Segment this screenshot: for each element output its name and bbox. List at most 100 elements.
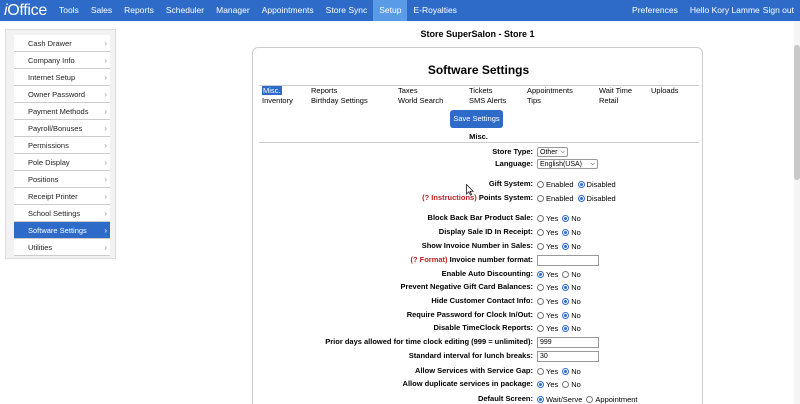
tab-world-search[interactable]: World Search (398, 96, 443, 105)
format-help-link[interactable]: (? Format) (410, 255, 447, 264)
tab-wait-time[interactable]: Wait Time (599, 86, 632, 95)
prevent-negative-yes-radio[interactable]: Yes (537, 283, 558, 292)
chevron-right-icon: › (104, 141, 107, 150)
nav-sales[interactable]: Sales (85, 0, 118, 21)
show-invoice-no-radio[interactable]: No (562, 242, 581, 251)
show-invoice-yes-radio[interactable]: Yes (537, 242, 558, 251)
row-lunch-interval: Standard interval for lunch breaks: 30 (253, 350, 704, 362)
chevron-right-icon: › (104, 243, 107, 252)
tab-tips[interactable]: Tips (527, 96, 541, 105)
chevron-down-icon: ⌵ (590, 160, 595, 167)
nav-setup[interactable]: Setup (373, 0, 408, 21)
tab-taxes[interactable]: Taxes (398, 86, 418, 95)
sidebar-item-payment-methods[interactable]: Payment Methods › (14, 103, 110, 120)
prevent-negative-no-radio[interactable]: No (562, 283, 581, 292)
gift-enabled-radio[interactable]: Enabled (537, 180, 574, 189)
lunch-interval-label: Standard interval for lunch breaks: (408, 351, 533, 360)
hide-contact-yes-radio[interactable]: Yes (537, 297, 558, 306)
sidebar-item-payroll-bonuses[interactable]: Payroll/Bonuses › (14, 120, 110, 137)
row-enable-auto-discounting: Enable Auto Discounting: Yes No (253, 268, 704, 280)
row-block-back-bar: Block Back Bar Product Sale: Yes No (253, 212, 704, 224)
sidebar-item-utilities[interactable]: Utilities › (14, 239, 110, 256)
app-logo[interactable]: iOffice (0, 0, 53, 21)
sidebar-item-school-settings[interactable]: School Settings › (14, 205, 110, 222)
tab-retail[interactable]: Retail (599, 96, 618, 105)
nav-e-royalties[interactable]: E-Royalties (407, 0, 462, 21)
sidebar-item-internet-setup[interactable]: Internet Setup › (14, 69, 110, 86)
duplicate-services-yes-radio[interactable]: Yes (537, 380, 558, 389)
block-back-bar-yes-radio[interactable]: Yes (537, 214, 558, 223)
auto-discount-no-radio[interactable]: No (562, 270, 581, 279)
page-scrollbar[interactable] (794, 21, 800, 404)
mouse-pointer-icon (466, 184, 474, 196)
tab-reports[interactable]: Reports (311, 86, 337, 95)
row-store-type: Store Type: Other ⌵ (253, 146, 704, 158)
sidebar-item-receipt-printer[interactable]: Receipt Printer › (14, 188, 110, 205)
tab-birthday-settings[interactable]: Birthday Settings (311, 96, 368, 105)
invoice-format-input[interactable] (537, 254, 599, 266)
prevent-negative-gift-label: Prevent Negative Gift Card Balances: (400, 282, 533, 291)
nav-scheduler[interactable]: Scheduler (160, 0, 210, 21)
sidebar-item-permissions[interactable]: Permissions › (14, 137, 110, 154)
nav-right-group: Preferences Hello Kory Lamme Sign out (626, 0, 800, 21)
show-invoice-number-label: Show Invoice Number in Sales: (421, 241, 533, 250)
hide-contact-no-radio[interactable]: No (562, 297, 581, 306)
store-title: Store SuperSalon - Store 1 (420, 29, 535, 39)
row-gift-system: Gift System: Enabled Disabled (253, 178, 704, 190)
require-password-no-radio[interactable]: No (562, 311, 581, 320)
sidebar-item-positions[interactable]: Positions › (14, 171, 110, 188)
service-gap-yes-radio[interactable]: Yes (537, 367, 558, 376)
points-disabled-radio[interactable]: Disabled (577, 194, 616, 203)
gift-system-label: Gift System: (488, 179, 533, 188)
nav-manager[interactable]: Manager (210, 0, 256, 21)
sidebar-item-owner-password[interactable]: Owner Password › (14, 86, 110, 103)
sidebar-item-company-info[interactable]: Company Info › (14, 52, 110, 69)
row-language: Language: English(USA) ⌵ (253, 158, 704, 170)
row-default-screen: Default Screen: Wait/Serve Appointment (253, 393, 704, 404)
chevron-right-icon: › (104, 209, 107, 218)
lunch-interval-input[interactable]: 30 (537, 350, 599, 362)
display-sale-id-no-radio[interactable]: No (562, 228, 581, 237)
row-require-password-clock: Require Password for Clock In/Out: Yes No (253, 309, 704, 321)
nav-preferences[interactable]: Preferences (626, 0, 684, 21)
auto-discount-yes-radio[interactable]: Yes (537, 270, 558, 279)
prior-days-input[interactable]: 999 (537, 336, 599, 348)
disable-timeclock-reports-label: Disable TimeClock Reports: (433, 323, 533, 332)
points-enabled-radio[interactable]: Enabled (537, 194, 574, 203)
store-type-label: Store Type: (492, 147, 533, 156)
tab-uploads[interactable]: Uploads (651, 86, 679, 95)
sidebar-item-software-settings[interactable]: Software Settings › (14, 222, 110, 239)
sign-out-link[interactable]: Sign out (760, 0, 800, 21)
tab-inventory[interactable]: Inventory (262, 96, 293, 105)
chevron-right-icon: › (104, 107, 107, 116)
chevron-right-icon: › (104, 175, 107, 184)
store-type-select[interactable]: Other ⌵ (537, 147, 569, 157)
sidebar-item-pole-display[interactable]: Pole Display › (14, 154, 110, 171)
service-gap-no-radio[interactable]: No (562, 367, 581, 376)
display-sale-id-yes-radio[interactable]: Yes (537, 228, 558, 237)
tab-misc[interactable]: Misc. (262, 86, 282, 95)
require-password-yes-radio[interactable]: Yes (537, 311, 558, 320)
software-settings-panel: Software Settings Misc. Reports Taxes Ti… (252, 47, 703, 404)
language-select[interactable]: English(USA) ⌵ (537, 159, 598, 169)
disable-timeclock-no-radio[interactable]: No (562, 324, 581, 333)
user-greeting: Hello Kory Lamme (689, 5, 760, 15)
chevron-right-icon: › (104, 192, 107, 201)
nav-reports[interactable]: Reports (118, 0, 160, 21)
disable-timeclock-yes-radio[interactable]: Yes (537, 324, 558, 333)
scrollbar-thumb[interactable] (794, 45, 800, 180)
tab-tickets[interactable]: Tickets (469, 86, 492, 95)
default-screen-appointment-radio[interactable]: Appointment (586, 395, 638, 404)
tab-sms-alerts[interactable]: SMS Alerts (469, 96, 506, 105)
row-points-system: (? Instructions) Points System: Enabled D… (253, 192, 704, 204)
save-settings-button[interactable]: Save Settings (450, 110, 503, 128)
nav-tools[interactable]: Tools (53, 0, 85, 21)
nav-appointments[interactable]: Appointments (256, 0, 320, 21)
nav-store-sync[interactable]: Store Sync (320, 0, 374, 21)
hide-customer-contact-label: Hide Customer Contact Info: (431, 296, 533, 305)
block-back-bar-no-radio[interactable]: No (562, 214, 581, 223)
gift-disabled-radio[interactable]: Disabled (577, 180, 616, 189)
default-screen-wait-serve-radio[interactable]: Wait/Serve (537, 395, 582, 404)
tab-appointments[interactable]: Appointments (527, 86, 573, 95)
duplicate-services-no-radio[interactable]: No (562, 380, 581, 389)
